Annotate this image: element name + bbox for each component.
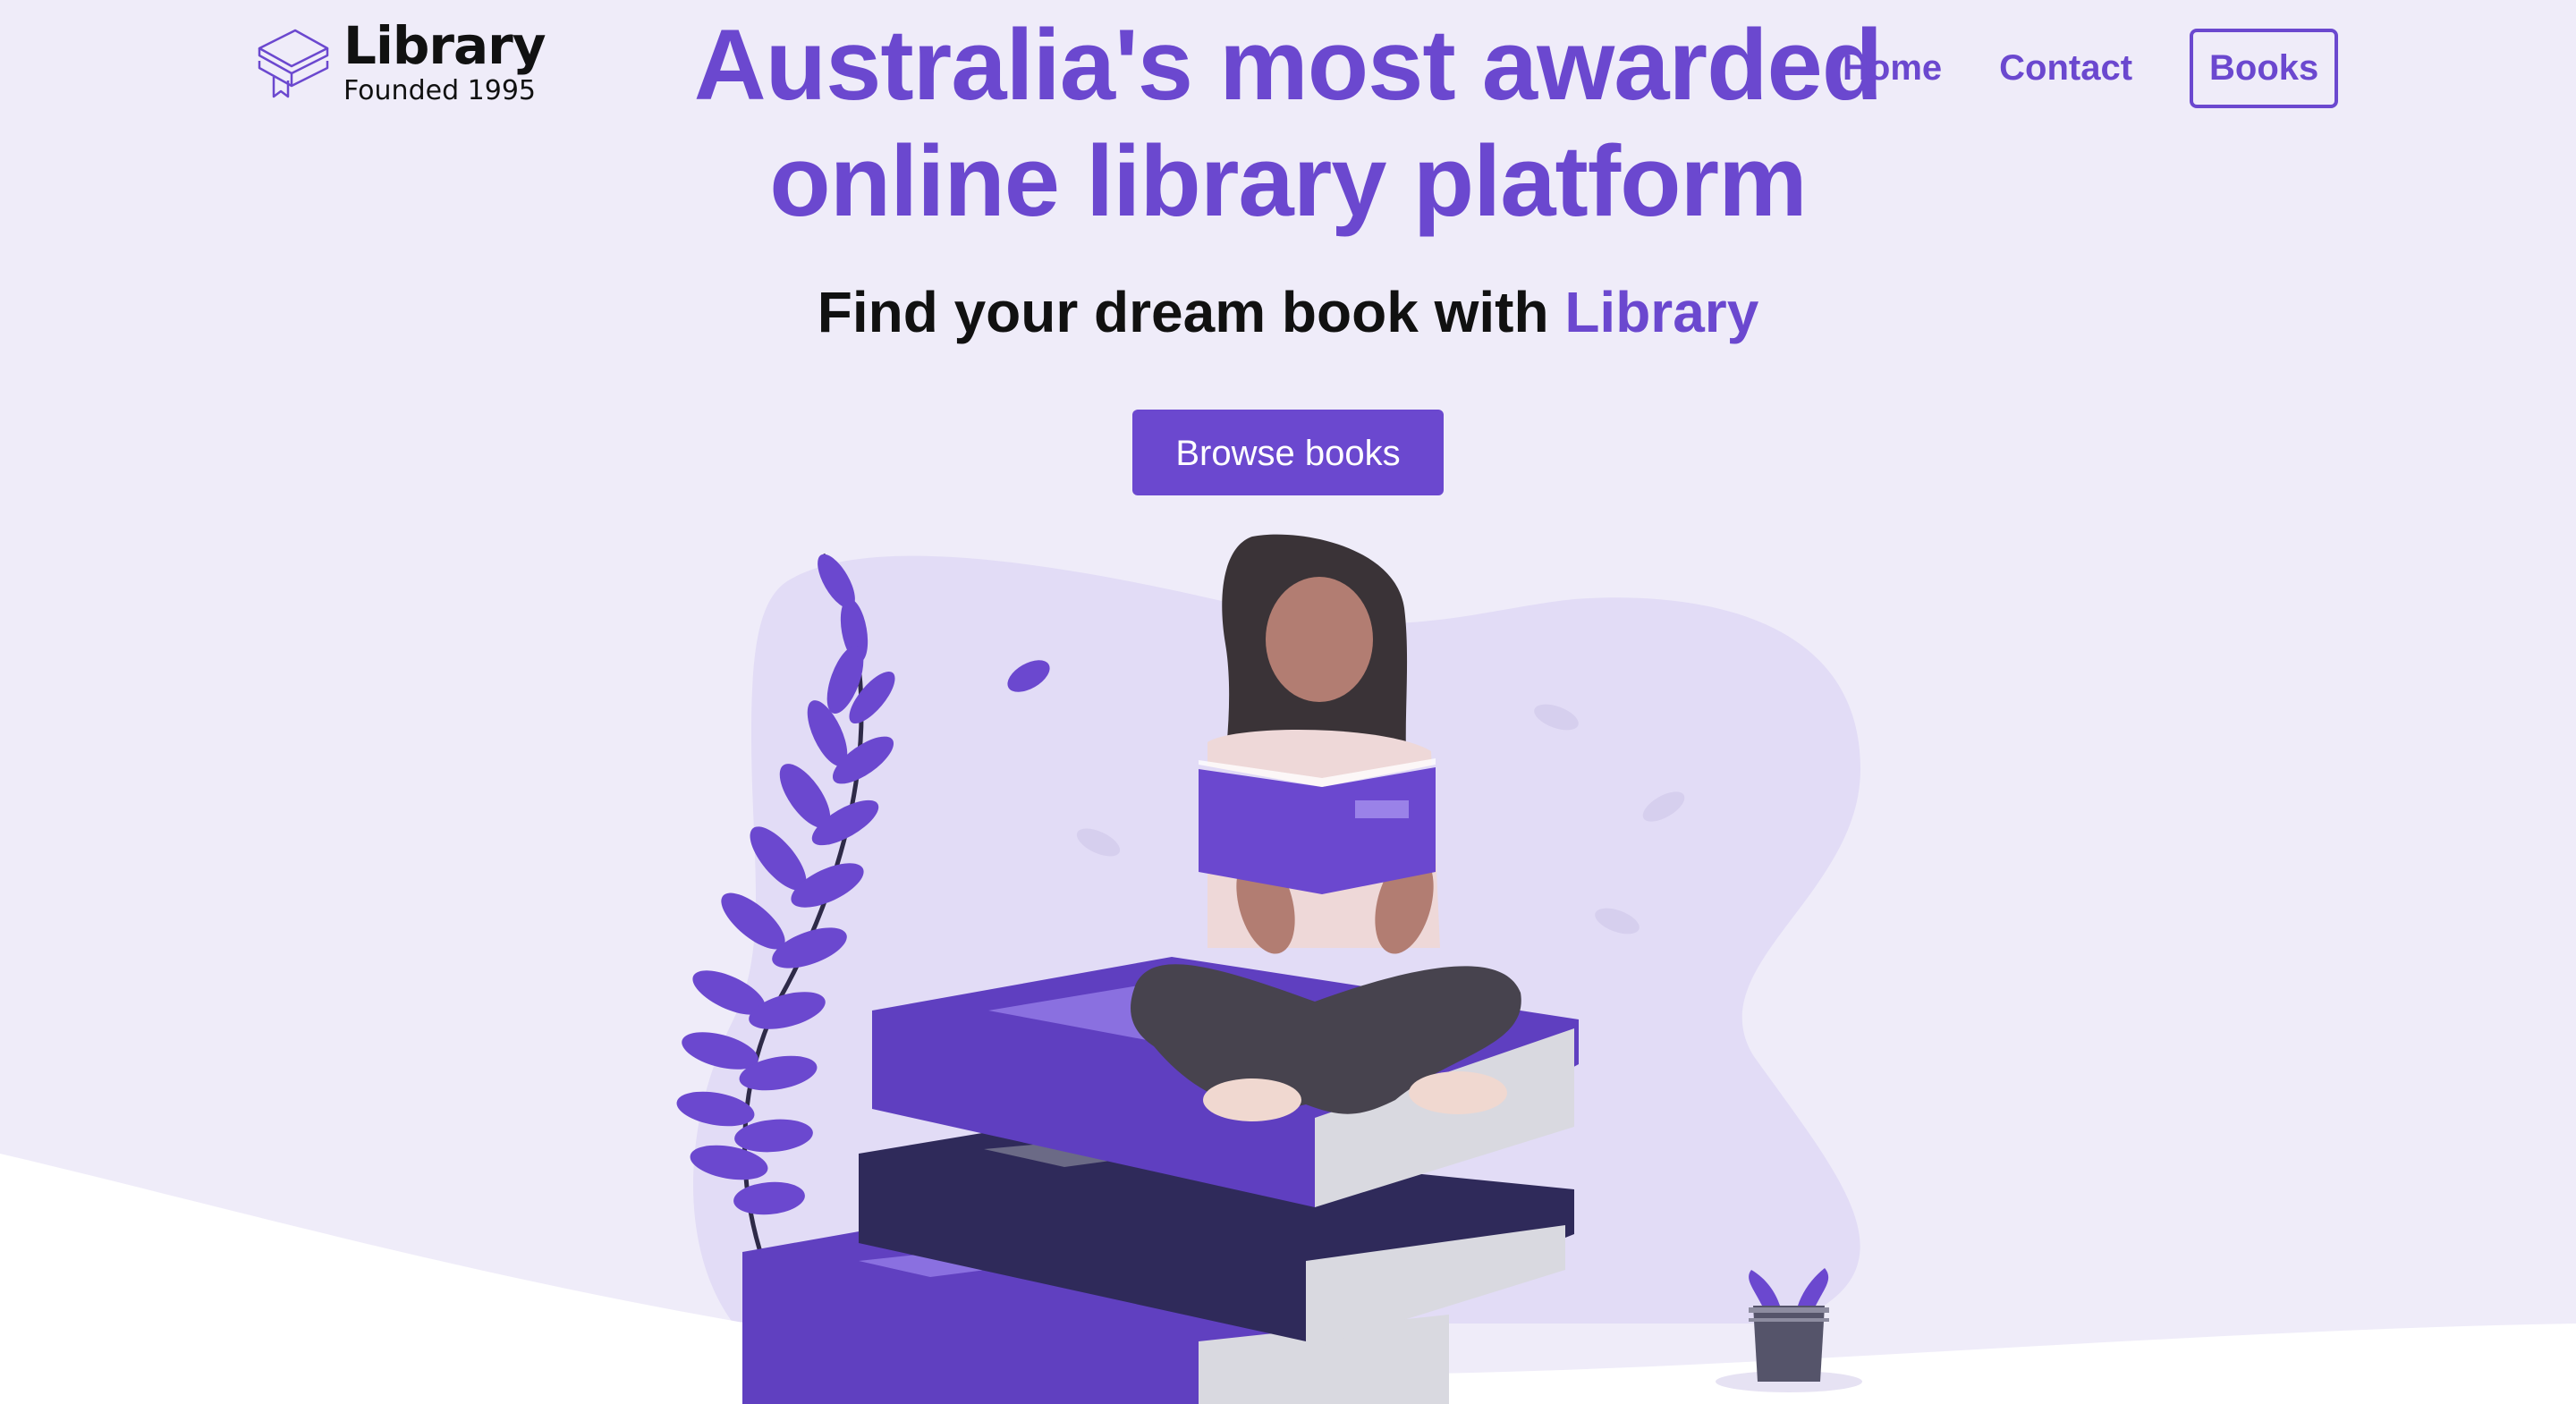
hero-headline-line1: Australia's most awarded [693, 9, 1883, 121]
logo-name: Library [343, 15, 547, 76]
site-logo[interactable]: Library Founded 1995 [256, 15, 547, 107]
subheading-prefix: Find your dream book with [817, 280, 1565, 344]
landing-page: Library Founded 1995 Australia's most aw… [0, 0, 2576, 1404]
nav-home[interactable]: Home [1843, 48, 1942, 89]
subheading-accent: Library [1564, 280, 1759, 344]
logo-text: Library Founded 1995 [343, 15, 547, 107]
hero-headline-line2: online library platform [769, 125, 1807, 237]
nav-contact[interactable]: Contact [1999, 48, 2132, 89]
stacked-books-icon [258, 29, 329, 98]
browse-books-button[interactable]: Browse books [1132, 410, 1444, 495]
nav-books[interactable]: Books [2190, 29, 2339, 108]
hero-headline: Australia's most awarded online library … [680, 7, 1896, 240]
hero-subheading: Find your dream book with Library [0, 279, 2576, 345]
main-nav: Home Contact Books [1843, 29, 2339, 108]
logo-tagline: Founded 1995 [343, 75, 536, 106]
